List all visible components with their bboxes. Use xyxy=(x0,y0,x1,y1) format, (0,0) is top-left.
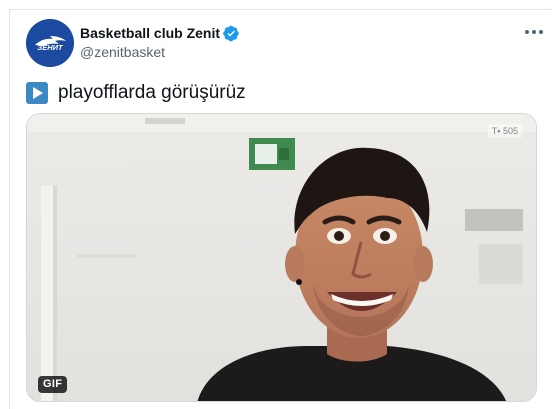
tweet-card[interactable]: ЗЕНИТ Basketball club Zenit @zenitbasket… xyxy=(9,9,553,409)
more-options-icon[interactable] xyxy=(525,27,543,37)
display-name[interactable]: Basketball club Zenit xyxy=(80,24,220,42)
tweet-text: playofflarda görüşürüz xyxy=(26,78,246,108)
verified-badge-icon xyxy=(223,25,239,41)
gif-media[interactable]: T▪ 505 GIF xyxy=(26,113,537,402)
gif-badge[interactable]: GIF xyxy=(38,376,68,393)
zenit-logo-icon: ЗЕНИТ xyxy=(26,19,74,67)
author-handle[interactable]: @zenitbasket xyxy=(80,43,165,61)
tweet-body: playofflarda görüşürüz xyxy=(58,82,246,103)
svg-text:ЗЕНИТ: ЗЕНИТ xyxy=(37,43,64,52)
avatar[interactable]: ЗЕНИТ xyxy=(26,19,74,67)
video-watermark: T▪ 505 xyxy=(487,124,522,138)
gif-frame-image xyxy=(27,114,536,401)
play-button-emoji-icon xyxy=(26,82,48,104)
author-name-row[interactable]: Basketball club Zenit xyxy=(80,24,240,42)
